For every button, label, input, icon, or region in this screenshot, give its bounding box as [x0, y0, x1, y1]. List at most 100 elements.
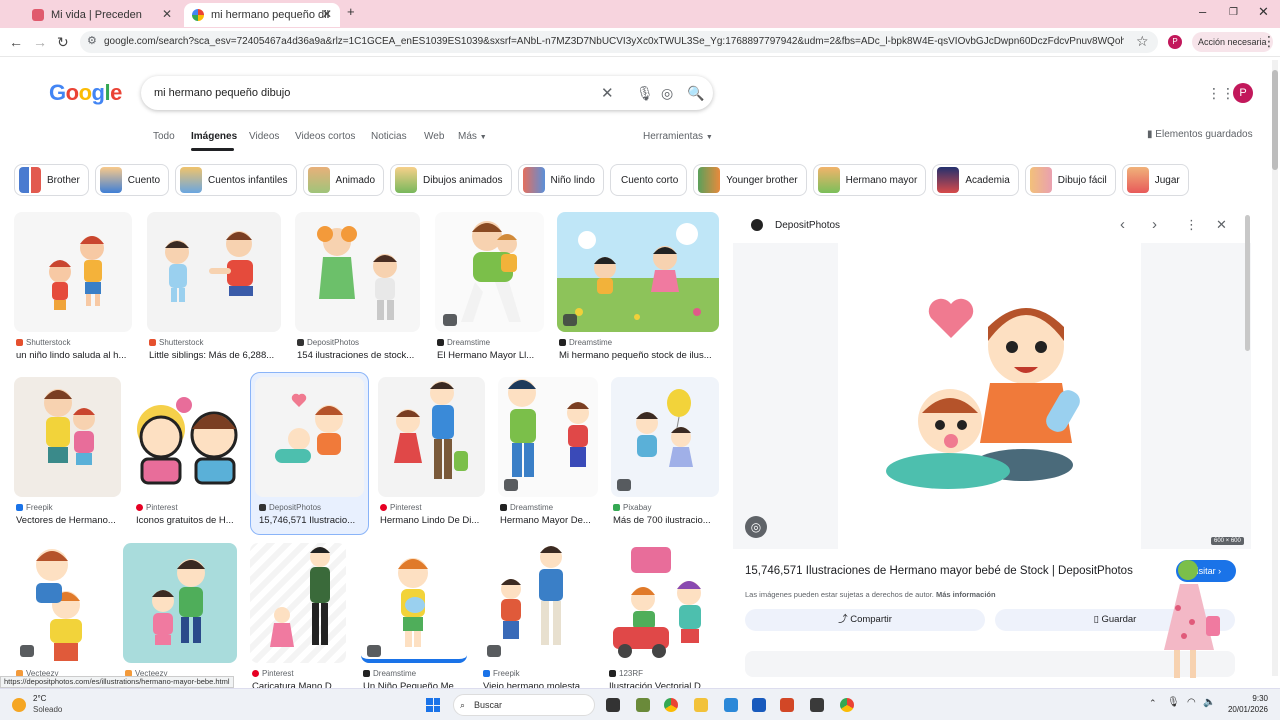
more-info-link[interactable]: Más información: [936, 590, 996, 599]
result-thumbnail[interactable]: [557, 212, 719, 332]
result-thumbnail[interactable]: [147, 212, 281, 332]
image-result[interactable]: Shutterstock un niño lindo saluda al h..…: [14, 212, 132, 362]
next-image-icon[interactable]: ›: [1152, 216, 1157, 233]
clock-date[interactable]: 20/01/2026: [1222, 705, 1268, 714]
bookmark-star-icon[interactable]: ☆: [1136, 33, 1149, 50]
google-account-avatar[interactable]: P: [1233, 83, 1253, 103]
google-logo[interactable]: Google: [49, 80, 122, 106]
chrome-profile-icon[interactable]: [840, 698, 854, 712]
tab-all[interactable]: Todo: [153, 131, 175, 142]
chip-nino-lindo[interactable]: Niño lindo: [517, 164, 604, 196]
back-icon[interactable]: ←: [9, 34, 23, 50]
chip-younger-brother[interactable]: Younger brother: [693, 164, 807, 196]
taskbar-search[interactable]: ⌕ Buscar: [453, 694, 595, 716]
page-scrollbar-track[interactable]: [1272, 60, 1278, 676]
result-thumbnail[interactable]: [295, 212, 420, 332]
preview-source[interactable]: DepositPhotos: [775, 220, 840, 231]
image-result[interactable]: Pinterest Hermano Lindo De Di...: [378, 377, 485, 527]
image-result-selected[interactable]: DepositPhotos 15,746,571 Ilustracio...: [250, 372, 369, 535]
tools-button[interactable]: Herramientas ▼: [643, 131, 713, 142]
preview-title[interactable]: 15,746,571 Ilustraciones de Hermano mayo…: [745, 565, 1133, 577]
saved-items-link[interactable]: ▮ Elementos guardados: [1147, 129, 1253, 140]
app-icon[interactable]: [636, 698, 650, 712]
maximize-icon[interactable]: ❐: [1229, 7, 1238, 18]
result-thumbnail[interactable]: [255, 377, 364, 497]
result-title[interactable]: Vectores de Hermano...: [16, 515, 123, 526]
address-bar[interactable]: ⚙ google.com/search?sca_esv=72405467a4d3…: [80, 31, 1158, 53]
volume-icon[interactable]: 🔈: [1203, 697, 1215, 708]
result-thumbnail[interactable]: [123, 543, 237, 663]
tab-google-search[interactable]: mi hermano pequeño dibujo - ✕: [184, 3, 340, 27]
show-hidden-icons[interactable]: ⌃: [1149, 698, 1157, 709]
image-result[interactable]: Freepik Vectores de Hermano...: [14, 377, 121, 527]
image-result[interactable]: Pinterest Caricatura Mano D...: [250, 543, 346, 692]
previous-image-icon[interactable]: ‹: [1120, 216, 1125, 233]
reload-icon[interactable]: ↻: [57, 34, 69, 51]
image-result[interactable]: Dreamstime Mi hermano pequeño stock de i…: [557, 212, 719, 362]
tab-more[interactable]: Más ▼: [458, 131, 487, 142]
lens-search-icon[interactable]: ◎: [661, 85, 673, 102]
result-title[interactable]: 15,746,571 Ilustracio...: [259, 515, 364, 526]
clock-time[interactable]: 9:30: [1240, 694, 1268, 703]
clear-search-icon[interactable]: ✕: [601, 84, 614, 102]
result-title[interactable]: El Hermano Mayor Ll...: [437, 350, 546, 361]
panel-scrollbar[interactable]: [1245, 215, 1250, 351]
page-scrollbar-thumb[interactable]: [1272, 70, 1278, 170]
lens-icon[interactable]: ◎: [745, 516, 767, 538]
weather-sun-icon[interactable]: [12, 698, 26, 712]
search-input[interactable]: mi hermano pequeño dibujo: [154, 87, 290, 99]
tab-web[interactable]: Web: [424, 131, 444, 142]
result-thumbnail[interactable]: [435, 212, 544, 332]
app-icon[interactable]: [810, 698, 824, 712]
chip-animado[interactable]: Animado: [302, 164, 385, 196]
chip-academia[interactable]: Academia: [932, 164, 1019, 196]
tab-images[interactable]: Imágenes: [191, 131, 237, 142]
profile-avatar[interactable]: P: [1168, 35, 1182, 49]
image-result[interactable]: Dreamstime El Hermano Mayor Ll...: [435, 212, 544, 362]
tab-preceden[interactable]: Mi vida | Preceden ✕: [24, 3, 180, 27]
result-title[interactable]: Más de 700 ilustracio...: [613, 515, 721, 526]
windows-start-icon[interactable]: [426, 698, 440, 712]
wifi-icon[interactable]: ◠: [1187, 697, 1196, 708]
result-title[interactable]: Iconos gratuitos de H...: [136, 515, 243, 526]
file-explorer-icon[interactable]: [694, 698, 708, 712]
result-thumbnail[interactable]: [481, 543, 595, 663]
chip-dibujos-animados[interactable]: Dibujos animados: [390, 164, 512, 196]
more-options-icon[interactable]: ⋮: [1185, 217, 1198, 233]
result-title[interactable]: un niño lindo saluda al h...: [16, 350, 134, 361]
chip-brother[interactable]: Brother: [14, 164, 89, 196]
chip-cuento-corto[interactable]: Cuento corto: [610, 164, 688, 196]
result-title[interactable]: Hermano Mayor De...: [500, 515, 600, 526]
task-view-icon[interactable]: [606, 698, 620, 712]
close-preview-icon[interactable]: ✕: [1216, 217, 1227, 233]
search-box[interactable]: mi hermano pequeño dibujo ✕ 🎙 ◎ 🔍: [141, 76, 713, 110]
image-result[interactable]: Vecteezy: [14, 543, 110, 689]
chip-cuentos-infantiles[interactable]: Cuentos infantiles: [175, 164, 297, 196]
new-tab-icon[interactable]: +: [347, 4, 355, 19]
image-result[interactable]: Pinterest Iconos gratuitos de H...: [134, 377, 241, 527]
voice-search-icon[interactable]: 🎙: [636, 85, 654, 102]
close-tab-icon[interactable]: ✕: [322, 7, 332, 21]
result-thumbnail[interactable]: [14, 212, 132, 332]
image-result[interactable]: Vecteezy: [123, 543, 237, 689]
search-icon[interactable]: 🔍: [687, 85, 704, 102]
image-result[interactable]: DepositPhotos 154 ilustraciones de stock…: [295, 212, 420, 362]
preview-image[interactable]: [838, 243, 1141, 549]
result-title[interactable]: Little siblings: Más de 6,288...: [149, 350, 283, 361]
chrome-icon[interactable]: [664, 698, 678, 712]
result-thumbnail[interactable]: [611, 377, 719, 497]
result-thumbnail[interactable]: [378, 377, 485, 497]
share-button[interactable]: ⤴ Compartir: [745, 609, 985, 631]
powerpoint-icon[interactable]: [780, 698, 794, 712]
tab-news[interactable]: Noticias: [371, 131, 407, 142]
result-thumbnail[interactable]: [361, 543, 467, 663]
browser-menu-icon[interactable]: ⋮: [1262, 33, 1276, 50]
image-result[interactable]: Dreamstime Un Niño Pequeño Me...: [361, 543, 467, 692]
chip-dibujo-facil[interactable]: Dibujo fácil: [1024, 164, 1116, 196]
chip-hermano-mayor[interactable]: Hermano mayor: [812, 164, 927, 196]
forward-icon[interactable]: →: [33, 34, 47, 50]
result-thumbnail[interactable]: [498, 377, 598, 497]
store-icon[interactable]: [724, 698, 738, 712]
result-thumbnail[interactable]: [134, 377, 241, 497]
close-tab-icon[interactable]: ✕: [162, 7, 172, 21]
